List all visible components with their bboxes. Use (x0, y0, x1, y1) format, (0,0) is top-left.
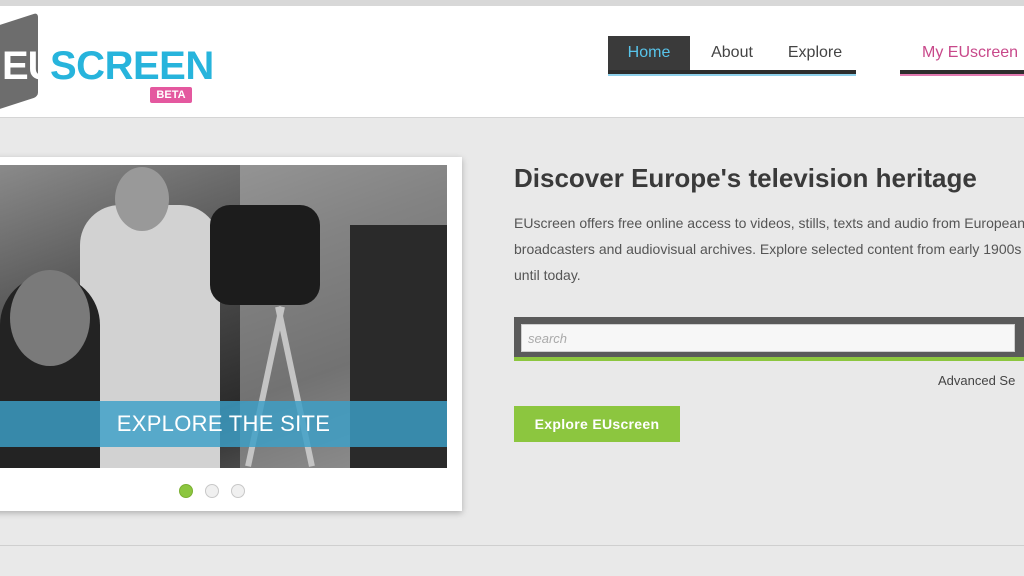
explore-site-banner[interactable]: EXPLORE THE SITE (0, 401, 447, 447)
euscreen-logo[interactable]: EU SCREEN BETA (0, 12, 214, 116)
nav-explore[interactable]: Explore (774, 36, 856, 70)
explore-euscreen-button[interactable]: Explore EUscreen (514, 406, 680, 442)
nav-underline-accent (608, 74, 856, 76)
search-box (514, 317, 1024, 357)
photo-man-head (115, 167, 169, 231)
intro-text: EUscreen offers free online access to vi… (514, 215, 1024, 283)
logo-eu-text: EU (2, 44, 57, 88)
search-accent-bar (514, 357, 1024, 361)
photo-woman-head (10, 270, 90, 366)
advanced-search-link[interactable]: Advanced Se (938, 373, 1015, 388)
intro-content: Discover Europe's television heritage EU… (514, 160, 1024, 288)
page-title: Discover Europe's television heritage (514, 163, 977, 193)
slider-dot-3[interactable] (231, 484, 245, 498)
featured-slider: EXPLORE THE SITE (0, 157, 462, 511)
nav-my-underline-accent (900, 74, 1024, 76)
site-header: EU SCREEN BETA Home About Explore My EUs… (0, 6, 1024, 118)
slider-dot-1[interactable] (179, 484, 193, 498)
beta-badge: BETA (150, 87, 192, 103)
logo-screen-text: SCREEN (50, 44, 214, 88)
slider-dot-2[interactable] (205, 484, 219, 498)
film-camera-icon (210, 205, 320, 305)
nav-about[interactable]: About (690, 36, 774, 70)
search-input[interactable] (521, 324, 1015, 352)
nav-home[interactable]: Home (608, 36, 690, 70)
nav-my-euscreen[interactable]: My EUscreen (900, 36, 1024, 70)
footer-divider (0, 545, 1024, 546)
